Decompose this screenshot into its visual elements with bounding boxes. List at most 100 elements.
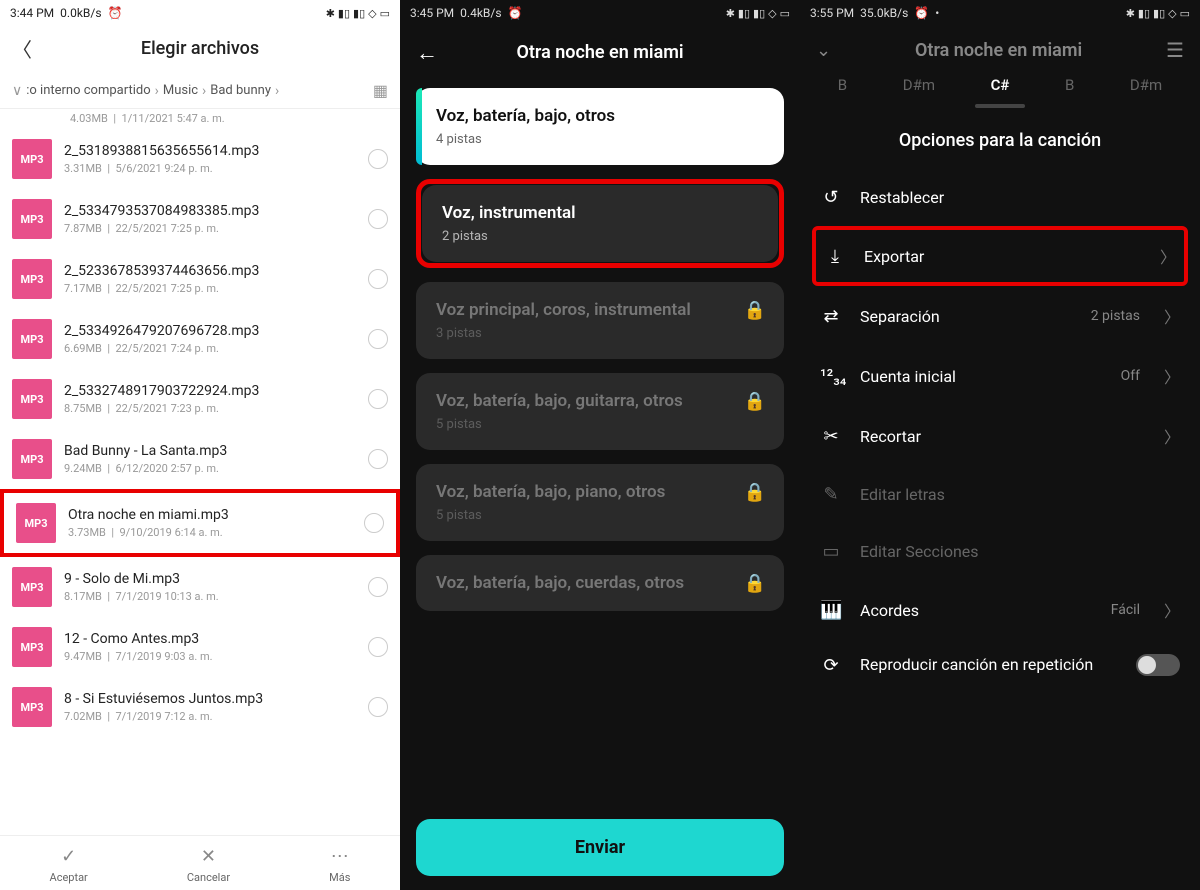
file-select-radio[interactable] — [368, 209, 388, 229]
option-label: Restablecer — [860, 188, 1180, 207]
option-row-separate[interactable]: ⇄Separación2 pistas〉 — [808, 286, 1192, 346]
collapse-icon[interactable]: ⌄ — [816, 40, 831, 61]
file-select-radio[interactable] — [368, 449, 388, 469]
back-button[interactable]: ← — [416, 40, 438, 66]
file-name: Bad Bunny - La Santa.mp3 — [64, 443, 356, 459]
file-row[interactable]: MP38 - Si Estuviésemos Juntos.mp37.02MB … — [0, 677, 400, 737]
file-row[interactable]: MP32_5318938815635655614.mp33.31MB | 5/6… — [0, 129, 400, 189]
chord-key[interactable]: B — [1065, 76, 1074, 94]
file-date: 1/11/2021 5:47 a. m. — [122, 112, 225, 125]
file-name: 2_5318938815635655614.mp3 — [64, 143, 356, 159]
file-select-radio[interactable] — [364, 513, 384, 533]
option-row-reset[interactable]: ↺ Restablecer — [808, 169, 1192, 226]
option-row-sections: ▭Editar Secciones — [808, 523, 1192, 580]
song-options-list: ↺ Restablecer ⤓Exportar〉⇄Separación2 pista… — [800, 169, 1200, 640]
repeat-row[interactable]: ⟳ Reproducir canción en repetición — [800, 640, 1200, 690]
file-row[interactable]: MP3 2_5334926479207696728.mp36.69MB | 22/… — [0, 309, 400, 369]
status-rate: 0.0kB/s — [60, 6, 101, 20]
panel-title: Opciones para la canción — [800, 108, 1200, 169]
card-sub: 5 pistas — [436, 417, 764, 432]
mp3-thumb: MP3 — [16, 503, 56, 543]
card-label: Voz principal, coros, instrumental — [436, 300, 764, 320]
separation-option-card: Voz, batería, bajo, piano, otros5 pistas… — [416, 464, 784, 541]
option-row-count[interactable]: ¹²₃₄Cuenta inicialOff〉 — [808, 346, 1192, 406]
cancel-label: Cancelar — [187, 871, 230, 884]
separation-option-card: Voz, batería, bajo, cuerdas, otros🔒 — [416, 555, 784, 611]
file-select-radio[interactable] — [368, 329, 388, 349]
file-row[interactable]: MP39 - Solo de Mi.mp38.17MB | 7/1/2019 1… — [0, 557, 400, 617]
highlight-box: Voz, instrumental2 pistas — [416, 179, 784, 268]
signal-icon: ▮▯ — [1153, 7, 1165, 20]
status-bar: 3:45 PM 0.4kB/s ⏰ ✱ ▮▯ ▮▯ ◇ ▭ — [400, 0, 800, 24]
alarm-icon: ⏰ — [508, 6, 523, 20]
file-meta: 3.31MB | 5/6/2021 9:24 p. m. — [64, 162, 356, 175]
chords-icon: 🎹 — [820, 600, 842, 621]
bluetooth-icon: ✱ — [1126, 7, 1135, 20]
menu-icon[interactable]: ☰ — [1166, 38, 1184, 62]
separation-option-card[interactable]: Voz, batería, bajo, otros4 pistas — [416, 88, 784, 165]
send-button[interactable]: Enviar — [416, 819, 784, 876]
chord-key[interactable]: D#m — [903, 76, 935, 94]
breadcrumb-expand-icon[interactable]: ∨ — [12, 83, 22, 99]
file-select-radio[interactable] — [368, 149, 388, 169]
breadcrumb-part[interactable]: :o interno compartido — [26, 83, 150, 98]
repeat-toggle[interactable] — [1136, 654, 1180, 676]
file-select-radio[interactable] — [368, 577, 388, 597]
card-sub: 2 pistas — [442, 229, 758, 244]
grid-view-icon[interactable]: ▦ — [373, 81, 388, 100]
file-select-radio[interactable] — [368, 269, 388, 289]
accept-button[interactable]: ✓ Aceptar — [50, 846, 88, 884]
option-label: Exportar — [864, 247, 1142, 266]
file-select-radio[interactable] — [368, 389, 388, 409]
file-meta: 8.75MB | 22/5/2021 7:23 p. m. — [64, 402, 356, 415]
separation-option-card[interactable]: Voz, instrumental2 pistas — [422, 185, 778, 262]
file-row[interactable]: MP312 - Como Antes.mp39.47MB | 7/1/2019 … — [0, 617, 400, 677]
song-options-header: ⌄ Otra noche en miami ☰ — [800, 24, 1200, 70]
mp3-thumb: MP3 — [12, 379, 52, 419]
repeat-label: Reproducir canción en repetición — [860, 655, 1118, 676]
file-info: 9 - Solo de Mi.mp38.17MB | 7/1/2019 10:1… — [64, 571, 356, 603]
chevron-right-icon: 〉 — [1164, 304, 1180, 328]
file-info: 2_5334926479207696728.mp36.69MB | 22/5/2… — [64, 323, 356, 355]
chevron-right-icon: › — [155, 83, 159, 99]
file-info: 2_5318938815635655614.mp3 3.31MB | 5/6/20… — [64, 143, 356, 175]
chord-key[interactable]: B — [838, 76, 847, 94]
chord-key[interactable]: C# — [991, 76, 1010, 94]
close-icon: ✕ — [201, 846, 216, 867]
more-button[interactable]: ⋯ Más — [329, 846, 350, 884]
card-sub: 5 pistas — [436, 508, 764, 523]
chord-key[interactable]: D#m — [1130, 76, 1162, 94]
song-header: ← Otra noche en miami — [400, 24, 800, 70]
lock-icon: 🔒 — [744, 482, 766, 503]
lock-icon: 🔒 — [744, 391, 766, 412]
battery-icon: ▭ — [780, 7, 790, 20]
wifi-icon: ◇ — [768, 7, 776, 20]
back-button[interactable]: 〈 — [12, 34, 32, 63]
wifi-icon: ◇ — [1168, 7, 1176, 20]
file-row[interactable]: MP3 2_5332748917903722924.mp38.75MB | 22/… — [0, 369, 400, 429]
bluetooth-icon: ✱ — [326, 7, 335, 20]
file-row[interactable]: MP32_5334793537084983385.mp37.87MB | 22/… — [0, 189, 400, 249]
file-row[interactable]: MP3Otra noche en miami.mp33.73MB | 9/10/… — [0, 489, 400, 557]
reset-icon: ↺ — [820, 187, 842, 208]
lock-icon: 🔒 — [744, 573, 766, 594]
file-select-radio[interactable] — [368, 637, 388, 657]
mp3-thumb: MP3 — [12, 319, 52, 359]
file-name: Otra noche en miami.mp3 — [68, 507, 352, 523]
file-row-partial[interactable]: 4.03MB | 1/11/2021 5:47 a. m. — [0, 109, 400, 129]
breadcrumb-part[interactable]: Music — [163, 83, 198, 98]
breadcrumb[interactable]: ∨ :o interno compartido › Music › Bad bu… — [0, 73, 400, 109]
option-row-export[interactable]: ⤓Exportar〉 — [812, 226, 1188, 286]
check-icon: ✓ — [61, 846, 76, 867]
option-row-chords[interactable]: 🎹AcordesFácil〉 — [808, 580, 1192, 640]
breadcrumb-part[interactable]: Bad bunny — [210, 83, 271, 98]
file-row[interactable]: MP32_5233678539374463656.mp37.17MB | 22/… — [0, 249, 400, 309]
file-info: 2_5332748917903722924.mp38.75MB | 22/5/2… — [64, 383, 356, 415]
file-meta: 9.24MB | 6/12/2020 2:57 p. m. — [64, 462, 356, 475]
file-select-radio[interactable] — [368, 697, 388, 717]
cancel-button[interactable]: ✕ Cancelar — [187, 846, 230, 884]
chevron-right-icon: 〉 — [1164, 364, 1180, 388]
file-row[interactable]: MP3Bad Bunny - La Santa.mp39.24MB | 6/12… — [0, 429, 400, 489]
option-row-trim[interactable]: ✂Recortar〉 — [808, 406, 1192, 466]
signal-icon: ▮▯ — [738, 7, 750, 20]
